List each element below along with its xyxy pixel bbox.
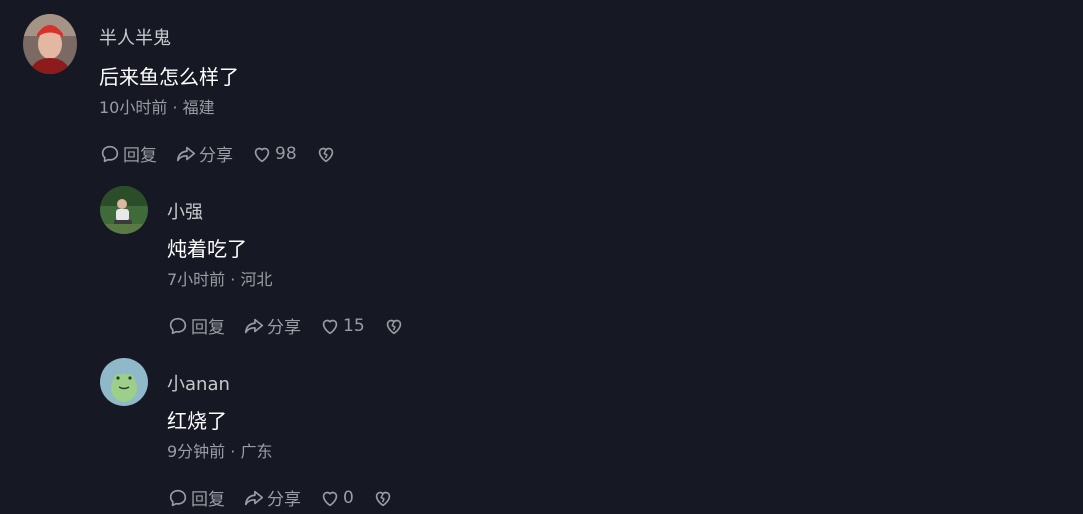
timestamp: 10小时前 (99, 98, 168, 117)
separator: · (167, 98, 183, 117)
share-arrow-icon (176, 146, 196, 161)
separator: · (225, 442, 241, 461)
timestamp: 9分钟前 (167, 442, 226, 461)
reply-button[interactable]: 回复 (99, 141, 157, 166)
comment-actions: 回复 分享 15 (167, 313, 407, 338)
reply-item: 小强 炖着吃了 7小时前 · 河北 回复 分享 15 (100, 186, 520, 338)
like-count: 15 (343, 315, 365, 336)
share-button[interactable]: 分享 (243, 313, 301, 338)
location: 广东 (240, 442, 273, 461)
like-count: 0 (343, 487, 354, 508)
like-button[interactable]: 98 (251, 143, 297, 165)
broken-heart-icon (375, 491, 391, 506)
share-arrow-icon (244, 318, 264, 333)
comment-meta: 7小时前 · 河北 (167, 266, 272, 290)
like-button[interactable]: 0 (319, 487, 354, 509)
dislike-button[interactable] (315, 143, 339, 165)
comment-bubble-icon (169, 317, 187, 334)
separator: · (225, 270, 241, 289)
heart-icon (322, 491, 338, 506)
reply-item: 小anan 红烧了 9分钟前 · 广东 回复 分享 0 (100, 358, 520, 510)
timestamp: 7小时前 (167, 270, 226, 289)
comment-bubble-icon (101, 145, 119, 162)
comment-text: 后来鱼怎么样了 (99, 65, 239, 89)
comment-actions: 回复 分享 0 (167, 485, 396, 510)
dislike-button[interactable] (372, 487, 396, 509)
comment-text: 炖着吃了 (167, 237, 247, 261)
avatar-photo-icon (100, 186, 148, 234)
username[interactable]: 半人半鬼 (99, 24, 171, 50)
avatar[interactable] (100, 358, 148, 406)
username[interactable]: 小anan (167, 370, 230, 396)
location: 福建 (182, 98, 215, 117)
comment-bubble-icon (169, 489, 187, 506)
comment-actions: 回复 分享 98 (99, 141, 339, 166)
broken-heart-icon (386, 319, 401, 334)
share-button[interactable]: 分享 (243, 485, 301, 510)
frog-avatar-icon (100, 358, 148, 406)
share-label: 分享 (267, 490, 301, 510)
dislike-button[interactable] (383, 315, 407, 337)
share-label: 分享 (199, 146, 233, 166)
avatar-photo-icon (23, 14, 77, 74)
username[interactable]: 小强 (167, 198, 203, 224)
like-count: 98 (275, 143, 297, 164)
heart-icon (322, 319, 338, 334)
comment-meta: 10小时前 · 福建 (99, 94, 215, 118)
avatar[interactable] (23, 14, 77, 74)
reply-label: 回复 (191, 318, 225, 338)
location: 河北 (240, 270, 273, 289)
broken-heart-icon (318, 147, 333, 162)
like-button[interactable]: 15 (319, 315, 365, 337)
share-arrow-icon (244, 490, 264, 505)
reply-label: 回复 (123, 146, 157, 166)
comment-item: 半人半鬼 后来鱼怎么样了 10小时前 · 福建 回复 分享 98 (23, 14, 443, 166)
share-button[interactable]: 分享 (175, 141, 233, 166)
avatar[interactable] (100, 186, 148, 234)
comment-text: 红烧了 (167, 409, 227, 433)
heart-icon (254, 147, 270, 162)
reply-label: 回复 (191, 490, 225, 510)
reply-button[interactable]: 回复 (167, 485, 225, 510)
reply-button[interactable]: 回复 (167, 313, 225, 338)
comment-meta: 9分钟前 · 广东 (167, 438, 272, 462)
share-label: 分享 (267, 318, 301, 338)
